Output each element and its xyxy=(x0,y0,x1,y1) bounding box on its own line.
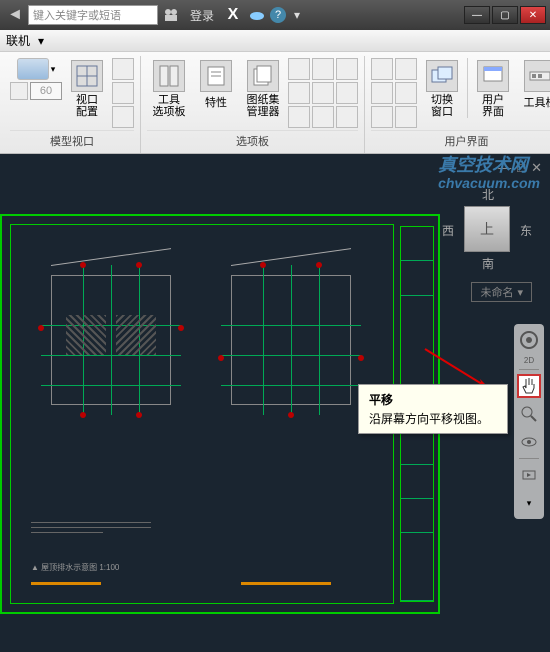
ui-btn-2[interactable] xyxy=(395,58,417,80)
scale-icon[interactable] xyxy=(10,82,28,100)
palette-btn-3[interactable] xyxy=(336,58,358,80)
ui-btn-1[interactable] xyxy=(371,58,393,80)
floor-plan-2 xyxy=(221,265,361,415)
viewcube-east[interactable]: 东 xyxy=(520,222,532,239)
nav-expand-icon[interactable]: ▾ xyxy=(517,491,541,515)
palette-btn-4[interactable] xyxy=(288,82,310,104)
toolbar-icon xyxy=(524,60,550,92)
group-label: 模型视口 xyxy=(10,130,134,151)
viewcube-face[interactable]: 上 xyxy=(464,206,510,252)
palette-btn-7[interactable] xyxy=(288,106,310,128)
viewport-join-icon[interactable] xyxy=(112,58,134,80)
watermark: 真空技术网 chvacuum.com xyxy=(438,156,540,191)
navigation-bar: 2D ▾ xyxy=(514,324,544,519)
viewport-config-icon xyxy=(71,60,103,92)
palette-btn-2[interactable] xyxy=(312,58,334,80)
properties-icon xyxy=(200,60,232,92)
palette-btn-8[interactable] xyxy=(312,106,334,128)
nav-left-icon[interactable]: ◄ xyxy=(4,4,26,26)
viewcube-south[interactable]: 南 xyxy=(482,255,494,272)
floor-plan-1 xyxy=(41,265,181,415)
palette-btn-1[interactable] xyxy=(288,58,310,80)
switch-window-icon xyxy=(426,60,458,92)
pan-button[interactable] xyxy=(517,374,541,398)
toolbar-button[interactable]: 工具栏 xyxy=(518,58,550,112)
search-input[interactable]: 键入关键字或短语 xyxy=(28,5,158,25)
help-dropdown[interactable]: ▾ xyxy=(288,8,306,22)
viewport-style-icon[interactable] xyxy=(17,58,49,80)
tooltip-description: 沿屏幕方向平移视图。 xyxy=(369,410,497,427)
palette-btn-9[interactable] xyxy=(336,106,358,128)
viewcube[interactable]: 北 南 东 西 上 xyxy=(442,184,532,274)
ribbon: ▾ 视口 配置 模型视口 工具 选项板 xyxy=(0,52,550,154)
help-icon[interactable]: ? xyxy=(270,7,286,23)
palette-btn-5[interactable] xyxy=(312,82,334,104)
scale-input[interactable] xyxy=(30,82,62,100)
drawing-canvas[interactable]: 真空技术网 chvacuum.com — □ ✕ 北 南 东 西 上 未命名▾ … xyxy=(0,154,550,652)
sheetset-icon xyxy=(247,60,279,92)
menu-online[interactable]: 联机 xyxy=(6,32,30,49)
group-label: 选项板 xyxy=(147,130,358,151)
cloud-icon[interactable] xyxy=(246,4,268,26)
properties-button[interactable]: 特性 xyxy=(194,58,238,112)
ribbon-group-ui: 切换 窗口 用户 界面 工具栏 用户界面 xyxy=(365,56,550,153)
menu-dropdown-icon[interactable]: ▾ xyxy=(38,34,44,48)
tooltip-title: 平移 xyxy=(369,391,497,408)
group-label: 用户界面 xyxy=(371,130,550,151)
menu-bar: 联机 ▾ xyxy=(0,30,550,52)
chevron-down-icon: ▾ xyxy=(517,286,523,299)
ui-btn-5[interactable] xyxy=(371,106,393,128)
ui-btn-6[interactable] xyxy=(395,106,417,128)
palette-btn-6[interactable] xyxy=(336,82,358,104)
tool-palettes-icon xyxy=(153,60,185,92)
dropdown-icon[interactable]: ▾ xyxy=(51,64,56,75)
login-button[interactable]: 登录 xyxy=(184,7,220,24)
steering-wheel-icon[interactable] xyxy=(517,328,541,352)
viewcube-west[interactable]: 西 xyxy=(442,222,454,239)
exchange-icon[interactable]: X xyxy=(222,4,244,26)
ribbon-group-viewport: ▾ 视口 配置 模型视口 xyxy=(4,56,141,153)
label: 视口 配置 xyxy=(76,94,98,118)
window-controls: — ▢ ✕ xyxy=(464,6,546,24)
ui-btn-4[interactable] xyxy=(395,82,417,104)
user-interface-icon xyxy=(477,60,509,92)
showmotion-icon[interactable] xyxy=(517,463,541,487)
viewport-restore-icon[interactable] xyxy=(112,82,134,104)
ribbon-group-palettes: 工具 选项板 特性 图纸集 管理器 选项板 xyxy=(141,56,365,153)
orbit-icon[interactable] xyxy=(517,430,541,454)
switch-window-button[interactable]: 切换 窗口 xyxy=(420,58,464,120)
viewcube-view-name[interactable]: 未命名▾ xyxy=(471,282,532,302)
close-button[interactable]: ✕ xyxy=(520,6,546,24)
viewport-named-icon[interactable] xyxy=(112,106,134,128)
people-icon[interactable] xyxy=(160,4,182,26)
tool-palettes-button[interactable]: 工具 选项板 xyxy=(147,58,191,120)
viewport-config-button[interactable]: 视口 配置 xyxy=(65,58,109,120)
user-interface-button[interactable]: 用户 界面 xyxy=(471,58,515,120)
maximize-button[interactable]: ▢ xyxy=(492,6,518,24)
sheetset-button[interactable]: 图纸集 管理器 xyxy=(241,58,285,120)
pan-tooltip: 平移 沿屏幕方向平移视图。 xyxy=(358,384,508,434)
zoom-extents-icon[interactable] xyxy=(517,402,541,426)
minimize-button[interactable]: — xyxy=(464,6,490,24)
title-bar: ◄ 键入关键字或短语 登录 X ? ▾ — ▢ ✕ xyxy=(0,0,550,30)
ui-btn-3[interactable] xyxy=(371,82,393,104)
drawing-legend: ▲ 屋顶排水示意图 1:100 xyxy=(31,562,119,573)
